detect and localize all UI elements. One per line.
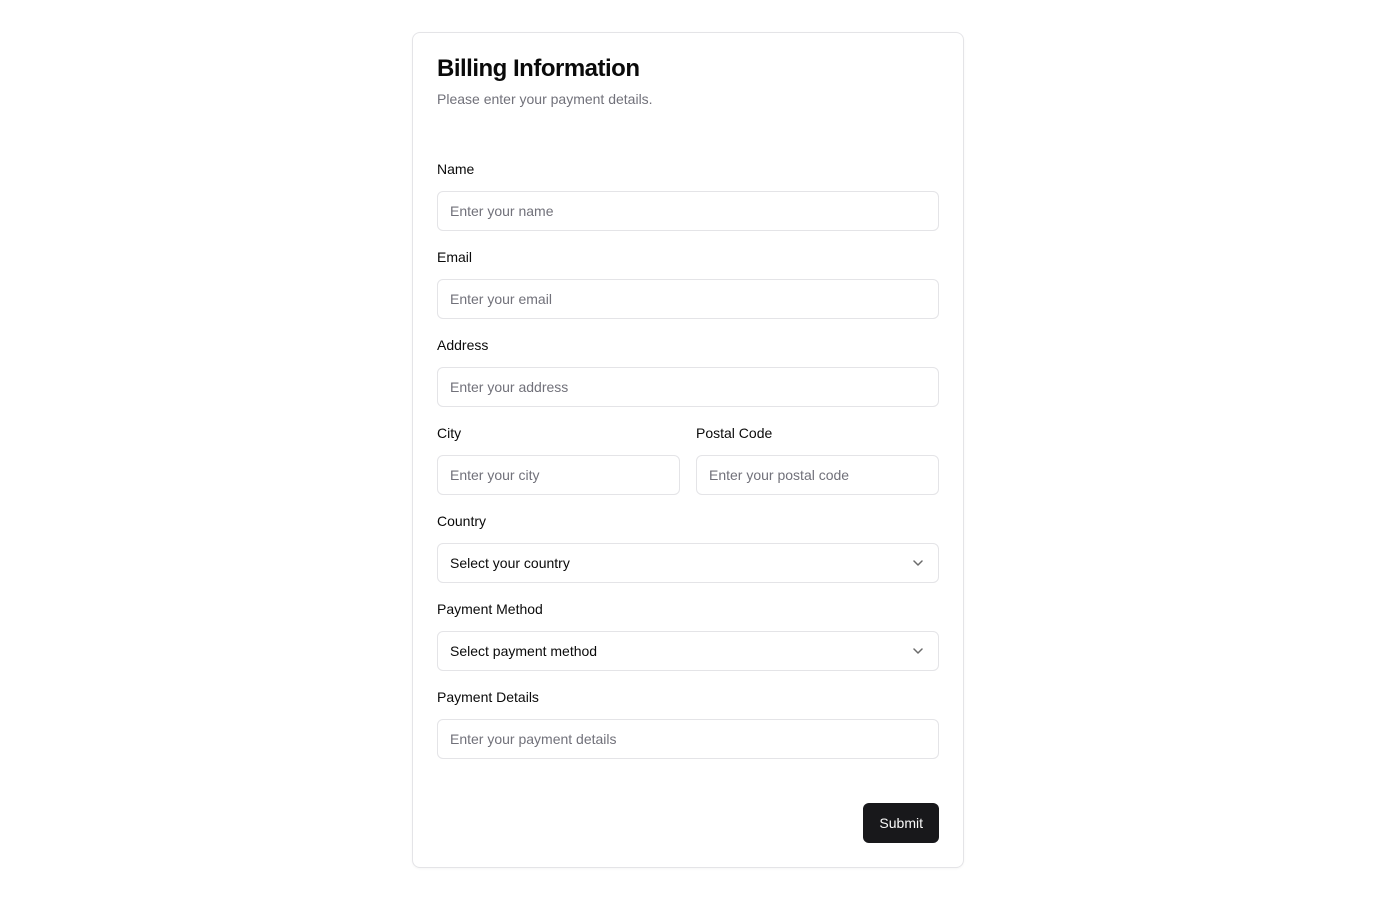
country-select[interactable]: Select your country bbox=[437, 543, 939, 583]
city-label: City bbox=[437, 425, 462, 441]
city-input[interactable] bbox=[437, 455, 680, 495]
address-label: Address bbox=[437, 337, 489, 353]
chevron-down-icon bbox=[910, 643, 926, 659]
payment-method-select-value: Select payment method bbox=[450, 643, 598, 659]
name-input[interactable] bbox=[437, 191, 939, 231]
name-label: Name bbox=[437, 161, 475, 177]
address-input[interactable] bbox=[437, 367, 939, 407]
address-field: Address bbox=[437, 335, 939, 407]
email-field: Email bbox=[437, 247, 939, 319]
postal-code-label: Postal Code bbox=[696, 425, 773, 441]
city-field: City bbox=[437, 423, 680, 495]
payment-details-input[interactable] bbox=[437, 719, 939, 759]
email-label: Email bbox=[437, 249, 473, 265]
submit-button[interactable]: Submit bbox=[863, 803, 939, 843]
payment-details-label: Payment Details bbox=[437, 689, 539, 705]
payment-details-field: Payment Details bbox=[437, 687, 939, 759]
chevron-down-icon bbox=[910, 555, 926, 571]
page-subtitle: Please enter your payment details. bbox=[437, 91, 653, 107]
email-input[interactable] bbox=[437, 279, 939, 319]
payment-method-select[interactable]: Select payment method bbox=[437, 631, 939, 671]
country-select-value: Select your country bbox=[450, 555, 570, 571]
postal-code-input[interactable] bbox=[696, 455, 939, 495]
card-header: Billing Information Please enter your pa… bbox=[437, 55, 939, 109]
payment-method-label: Payment Method bbox=[437, 601, 543, 617]
postal-code-field: Postal Code bbox=[696, 423, 939, 495]
country-field: Country Select your country bbox=[437, 511, 939, 583]
country-label: Country bbox=[437, 513, 487, 529]
name-field: Name bbox=[437, 159, 939, 231]
payment-method-field: Payment Method Select payment method bbox=[437, 599, 939, 671]
billing-card: Billing Information Please enter your pa… bbox=[412, 32, 964, 868]
page-title: Billing Information bbox=[437, 55, 640, 82]
